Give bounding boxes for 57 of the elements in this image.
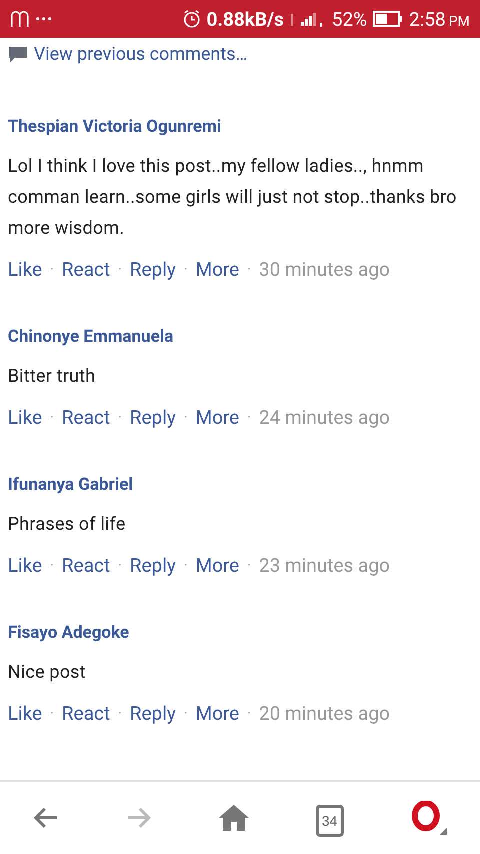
action-link[interactable]: More xyxy=(196,702,240,725)
separator: · xyxy=(118,558,122,574)
comment-text: Phrases of life xyxy=(8,513,127,537)
more-icon xyxy=(36,17,52,21)
comment-time: 23 minutes ago xyxy=(259,554,390,577)
action-link[interactable]: More xyxy=(196,258,240,281)
view-previous-link[interactable]: View previous comments… xyxy=(34,44,248,65)
separator: · xyxy=(184,262,188,278)
action-link[interactable]: Like xyxy=(8,702,42,725)
network-speed: 0.88kB/s xyxy=(206,8,284,30)
author-name[interactable]: Chinonye Emmanuela xyxy=(8,325,174,349)
action-link[interactable]: React xyxy=(62,554,110,577)
comment-text: Lol I think I love this post..my fellow ladies.., hnmm comman learn..some girls will just not stop..thanks bro more wisdom. xyxy=(8,155,458,241)
battery-icon xyxy=(373,11,404,27)
comment-time: 24 minutes ago xyxy=(259,406,390,429)
separator: · xyxy=(184,706,188,722)
alarm-icon xyxy=(182,10,201,28)
action-link[interactable]: Reply xyxy=(130,258,176,281)
separator: · xyxy=(50,558,54,574)
author-name[interactable]: Thespian Victoria Ogunremi xyxy=(8,115,222,139)
action-link[interactable]: Reply xyxy=(130,702,176,725)
notification-icon xyxy=(10,10,30,28)
back-icon[interactable] xyxy=(33,807,60,829)
comment-icon xyxy=(8,46,28,64)
action-link[interactable]: Like xyxy=(8,406,42,429)
separator: · xyxy=(118,706,122,722)
battery-percent: 52% xyxy=(332,8,368,30)
action-link[interactable]: Like xyxy=(8,258,42,281)
separator: · xyxy=(248,410,252,426)
action-link[interactable]: More xyxy=(196,554,240,577)
separator: · xyxy=(248,262,252,278)
comment-text: Nice post xyxy=(8,661,88,685)
action-link[interactable]: React xyxy=(62,702,110,725)
action-link[interactable]: Reply xyxy=(130,406,176,429)
comment-time: 30 minutes ago xyxy=(259,258,390,281)
action-link[interactable]: React xyxy=(62,258,110,281)
action-link[interactable]: Like xyxy=(8,554,42,577)
separator: · xyxy=(118,262,122,278)
action-link[interactable]: Reply xyxy=(130,554,176,577)
separator: · xyxy=(50,410,54,426)
opera-logo-icon[interactable] xyxy=(410,801,447,835)
action-link[interactable]: More xyxy=(196,406,240,429)
separator: · xyxy=(118,410,122,426)
separator: · xyxy=(248,706,252,722)
author-name[interactable]: Ifunanya Gabriel xyxy=(8,473,134,497)
separator: · xyxy=(184,558,188,574)
tabs-button[interactable]: 34 xyxy=(316,805,344,837)
separator: · xyxy=(50,262,54,278)
home-icon[interactable] xyxy=(218,805,249,831)
comment-time: 20 minutes ago xyxy=(259,702,390,725)
author-name[interactable]: Fisayo Adegoke xyxy=(8,621,130,645)
separator: · xyxy=(184,410,188,426)
comment-text: Bitter truth xyxy=(8,365,97,389)
separator: · xyxy=(50,706,54,722)
clock: 2:58 PM xyxy=(409,8,470,30)
action-link[interactable]: React xyxy=(62,406,110,429)
separator: · xyxy=(248,558,252,574)
